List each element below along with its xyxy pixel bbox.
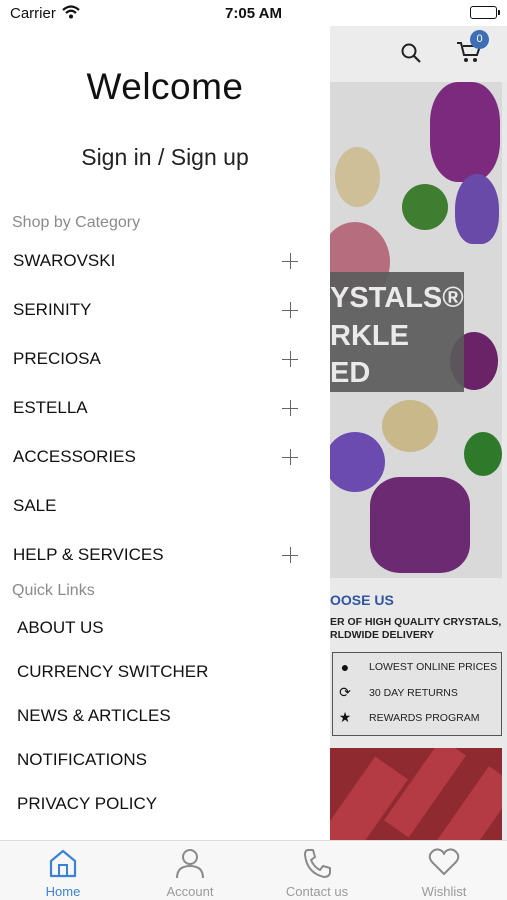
expand-plus-icon[interactable] <box>282 400 298 416</box>
tab-account[interactable]: Account <box>127 841 253 900</box>
feature-item: ● LOWEST ONLINE PRICES <box>333 659 497 675</box>
crystal-decoration <box>430 82 500 182</box>
tab-contact-us[interactable]: Contact us <box>254 841 380 900</box>
tab-label: Account <box>166 884 214 899</box>
search-icon[interactable] <box>400 42 422 69</box>
quick-link-news-articles[interactable]: NEWS & ARTICLES <box>17 706 171 726</box>
category-label: PRECIOSA <box>13 349 101 368</box>
background-page: 0 YSTALS® RKLE ED OOSE US ER OF HIGH QUA… <box>330 26 507 840</box>
shop-by-category-label: Shop by Category <box>12 214 141 231</box>
expand-plus-icon[interactable] <box>282 351 298 367</box>
quick-link-privacy-policy[interactable]: PRIVACY POLICY <box>17 794 157 814</box>
side-drawer: Welcome Sign in / Sign up Shop by Catego… <box>0 26 330 840</box>
feature-item: ★ REWARDS PROGRAM <box>333 709 480 726</box>
category-item-swarovski[interactable]: SWAROVSKI <box>0 241 310 281</box>
crystal-decoration <box>335 147 380 207</box>
category-label: ESTELLA <box>13 398 88 417</box>
category-item-serinity[interactable]: SERINITY <box>0 290 310 330</box>
why-choose-subtitle-line: RLDWIDE DELIVERY <box>330 629 435 641</box>
crystal-decoration <box>402 184 448 230</box>
category-item-accessories[interactable]: ACCESSORIES <box>0 437 310 477</box>
quick-link-about-us[interactable]: ABOUT US <box>17 618 104 638</box>
hero-text-line-3: ED <box>330 357 371 389</box>
quick-link-currency-switcher[interactable]: CURRENCY SWITCHER <box>17 662 208 682</box>
background-header: 0 <box>330 26 507 82</box>
why-choose-subtitle-line: ER OF HIGH QUALITY CRYSTALS, <box>330 616 502 628</box>
feature-label: REWARDS PROGRAM <box>369 711 480 724</box>
expand-plus-icon[interactable] <box>282 449 298 465</box>
category-item-sale[interactable]: SALE <box>0 486 310 526</box>
hero-text-line-2: RKLE <box>330 320 409 352</box>
crystal-decoration <box>370 477 470 573</box>
star-icon: ★ <box>338 709 352 725</box>
battery-icon <box>470 6 500 19</box>
quick-link-notifications[interactable]: NOTIFICATIONS <box>17 750 147 770</box>
expand-plus-icon[interactable] <box>282 253 298 269</box>
promo-banner[interactable] <box>330 748 502 840</box>
category-label: SERINITY <box>13 300 92 319</box>
bottom-tab-bar: Home Account Contact us Wishlist <box>0 840 507 900</box>
tab-label: Home <box>45 884 81 899</box>
category-label: HELP & SERVICES <box>13 545 164 564</box>
category-label: SWAROVSKI <box>13 251 116 270</box>
category-label: ACCESSORIES <box>13 447 136 466</box>
hero-text-line-1: YSTALS® <box>330 282 464 314</box>
feature-item: ⟳ 30 DAY RETURNS <box>333 684 458 701</box>
refresh-icon: ⟳ <box>339 684 351 700</box>
hero-banner[interactable]: YSTALS® RKLE ED <box>330 82 502 578</box>
cart-count-badge: 0 <box>470 30 489 49</box>
quick-links-label: Quick Links <box>12 582 95 599</box>
crystal-decoration <box>455 174 499 244</box>
tab-wishlist[interactable]: Wishlist <box>381 841 507 900</box>
category-item-help-services[interactable]: HELP & SERVICES <box>0 535 310 575</box>
category-item-preciosa[interactable]: PRECIOSA <box>0 339 310 379</box>
expand-plus-icon[interactable] <box>282 547 298 563</box>
crystal-decoration <box>464 432 502 476</box>
expand-plus-icon[interactable] <box>282 302 298 318</box>
features-box: ● LOWEST ONLINE PRICES ⟳ 30 DAY RETURNS … <box>332 652 502 736</box>
feature-label: LOWEST ONLINE PRICES <box>369 661 498 673</box>
category-item-estella[interactable]: ESTELLA <box>0 388 310 428</box>
crystal-decoration <box>382 400 438 452</box>
clock: 7:05 AM <box>225 5 282 22</box>
welcome-title: Welcome <box>86 66 244 107</box>
tab-label: Contact us <box>285 884 349 899</box>
status-bar: Carrier 7:05 AM <box>0 0 507 26</box>
why-choose-heading: OOSE US <box>330 592 394 608</box>
tab-home[interactable]: Home <box>0 841 126 900</box>
crystal-decoration <box>330 432 385 492</box>
piggy-bank-icon: ● <box>340 659 350 675</box>
feature-label: 30 DAY RETURNS <box>369 686 458 699</box>
category-label: SALE <box>13 496 57 515</box>
why-choose-subtitle: ER OF HIGH QUALITY CRYSTALS, RLDWIDE DEL… <box>330 616 501 642</box>
sign-in-link[interactable]: Sign in / Sign up <box>0 144 330 171</box>
tab-label: Wishlist <box>421 884 467 899</box>
